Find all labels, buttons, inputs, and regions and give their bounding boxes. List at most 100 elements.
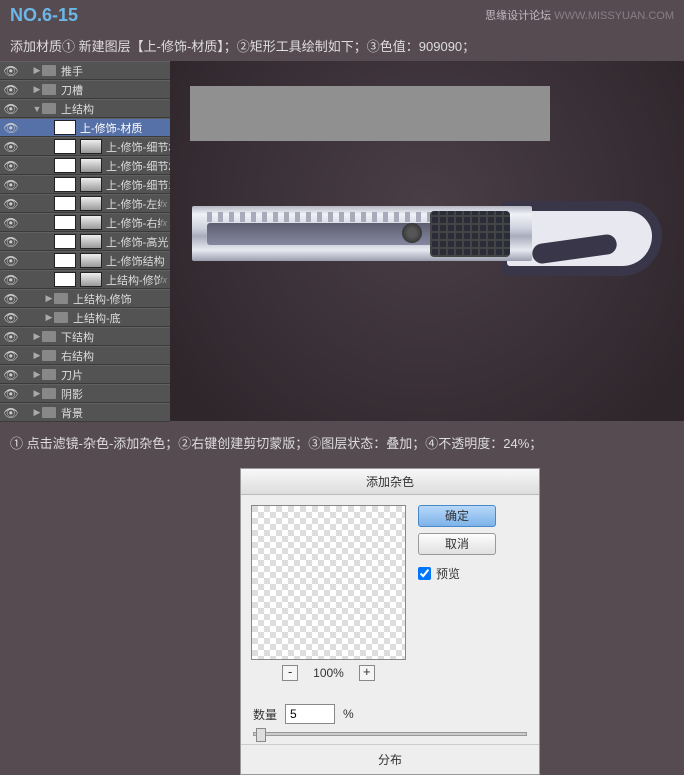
visibility-icon[interactable]: 👁 (0, 349, 22, 363)
cancel-button[interactable]: 取消 (418, 533, 496, 555)
visibility-icon[interactable]: 👁 (0, 406, 22, 420)
layer-row[interactable]: 👁上-修饰-细节3 (0, 137, 170, 156)
expand-arrow-icon[interactable]: ▼ (32, 104, 42, 114)
mask-thumb (80, 177, 102, 192)
layer-thumb (54, 272, 76, 287)
layer-thumb (54, 234, 76, 249)
instruction-2: ① 点击滤镜-杂色-添加杂色；②右键创建剪切蒙版；③图层状态：叠加；④不透明度：… (0, 421, 684, 464)
visibility-icon[interactable]: 👁 (0, 197, 22, 211)
expand-arrow-icon[interactable]: ▶ (44, 312, 54, 323)
layer-row[interactable]: 👁 ▶ 刀槽 (0, 80, 170, 99)
expand-arrow-icon[interactable]: ▶ (32, 407, 42, 418)
header: NO.6-15 思缘设计论坛 WWW.MISSYUAN.COM (0, 0, 684, 30)
layer-row[interactable]: 👁上-修饰-细节2 (0, 156, 170, 175)
canvas-preview (170, 61, 684, 421)
zoom-out-button[interactable]: - (282, 665, 298, 681)
zoom-level: 100% (313, 666, 344, 680)
mask-thumb (80, 139, 102, 154)
visibility-icon[interactable]: 👁 (0, 254, 22, 268)
visibility-icon[interactable]: 👁 (0, 273, 22, 287)
layer-thumb (54, 215, 76, 230)
layer-row[interactable]: 👁▶刀片 (0, 365, 170, 384)
layer-label: 上-修饰-右结构 (106, 215, 160, 231)
layer-label: 阴影 (61, 386, 170, 402)
dialog-title: 添加杂色 (241, 469, 539, 495)
layer-row[interactable]: 👁 上-修饰-右结构fx (0, 213, 170, 232)
layer-row[interactable]: 👁 ▶ 阴影 (0, 384, 170, 403)
layer-label: 上-修饰-高光 (106, 234, 170, 250)
expand-arrow-icon[interactable]: ▶ (32, 65, 42, 76)
watermark: 思缘设计论坛 WWW.MISSYUAN.COM (485, 7, 674, 23)
layer-row[interactable]: 👁 上-修饰-左结构fx (0, 194, 170, 213)
visibility-icon[interactable]: 👁 (0, 330, 22, 344)
visibility-icon[interactable]: 👁 (0, 216, 22, 230)
layer-row[interactable]: 👁 上-修饰-高光 (0, 232, 170, 251)
folder-icon (42, 331, 56, 342)
amount-unit: % (343, 707, 354, 721)
mask-thumb (80, 158, 102, 173)
preview-checkbox[interactable] (418, 567, 431, 580)
layer-row[interactable]: 👁 ▶ 推手 (0, 61, 170, 80)
layer-row[interactable]: 👁 ▼ 上结构 (0, 99, 170, 118)
layer-row[interactable]: 👁 上-修饰结构 (0, 251, 170, 270)
folder-icon (42, 65, 56, 76)
add-noise-dialog: 添加杂色 - 100% + 确定 取消 预览 数量 % 分布 (240, 468, 540, 775)
zoom-in-button[interactable]: + (359, 665, 375, 681)
fx-indicator[interactable]: fx (160, 275, 170, 285)
visibility-icon[interactable]: 👁 (0, 102, 22, 116)
visibility-icon[interactable]: 👁 (0, 368, 22, 382)
folder-icon (42, 388, 56, 399)
visibility-icon[interactable]: 👁 (0, 83, 22, 97)
visibility-icon[interactable]: 👁 (0, 178, 22, 192)
visibility-icon[interactable]: 👁 (0, 64, 22, 78)
layer-row[interactable]: 👁 上-修饰-材质 (0, 118, 170, 137)
layer-label: 上-修饰-材质 (80, 120, 170, 136)
layer-thumb (54, 120, 76, 135)
layer-row[interactable]: 👁▶右结构 (0, 346, 170, 365)
layer-label: 推手 (61, 63, 170, 79)
slider-handle[interactable] (256, 728, 266, 742)
layers-panel[interactable]: 👁▶推手👁▶刀槽👁▼上结构👁上-修饰-材质👁上-修饰-细节3👁上-修饰-细节2👁… (0, 61, 170, 421)
folder-icon (42, 103, 56, 114)
layer-row[interactable]: 👁▶上结构-底 (0, 308, 170, 327)
layer-row[interactable]: 👁上结构-修饰-下fx (0, 270, 170, 289)
fx-indicator[interactable]: fx (160, 218, 170, 228)
amount-input[interactable] (285, 704, 335, 724)
mask-thumb (80, 215, 102, 230)
folder-icon (42, 407, 56, 418)
mask-thumb (80, 234, 102, 249)
noise-preview (251, 505, 406, 660)
visibility-icon[interactable]: 👁 (0, 159, 22, 173)
layer-row[interactable]: 👁▶下结构 (0, 327, 170, 346)
expand-arrow-icon[interactable]: ▶ (32, 350, 42, 361)
expand-arrow-icon[interactable]: ▶ (44, 293, 54, 304)
expand-arrow-icon[interactable]: ▶ (32, 84, 42, 95)
drawn-rectangle (190, 86, 550, 141)
folder-icon (54, 312, 68, 323)
visibility-icon[interactable]: 👁 (0, 292, 22, 306)
layer-thumb (54, 139, 76, 154)
expand-arrow-icon[interactable]: ▶ (32, 388, 42, 399)
visibility-icon[interactable]: 👁 (0, 387, 22, 401)
layer-thumb (54, 196, 76, 211)
visibility-icon[interactable]: 👁 (0, 140, 22, 154)
layer-thumb (54, 253, 76, 268)
visibility-icon[interactable]: 👁 (0, 235, 22, 249)
visibility-icon[interactable]: 👁 (0, 121, 22, 135)
expand-arrow-icon[interactable]: ▶ (32, 369, 42, 380)
amount-slider[interactable] (253, 732, 527, 736)
layer-label: 上-修饰结构 (106, 253, 170, 269)
preview-label: 预览 (436, 565, 460, 582)
visibility-icon[interactable]: 👁 (0, 311, 22, 325)
step-number: NO.6-15 (10, 5, 78, 26)
layer-row[interactable]: 👁▶上结构-修饰 (0, 289, 170, 308)
layer-thumb (54, 158, 76, 173)
layer-label: 上-修饰-左结构 (106, 196, 160, 212)
ok-button[interactable]: 确定 (418, 505, 496, 527)
layer-row[interactable]: 👁上-修饰-细节1 (0, 175, 170, 194)
layer-label: 上结构 (61, 101, 170, 117)
expand-arrow-icon[interactable]: ▶ (32, 331, 42, 342)
fx-indicator[interactable]: fx (160, 199, 170, 209)
layer-label: 刀槽 (61, 82, 170, 98)
layer-row[interactable]: 👁▶背景 (0, 403, 170, 422)
